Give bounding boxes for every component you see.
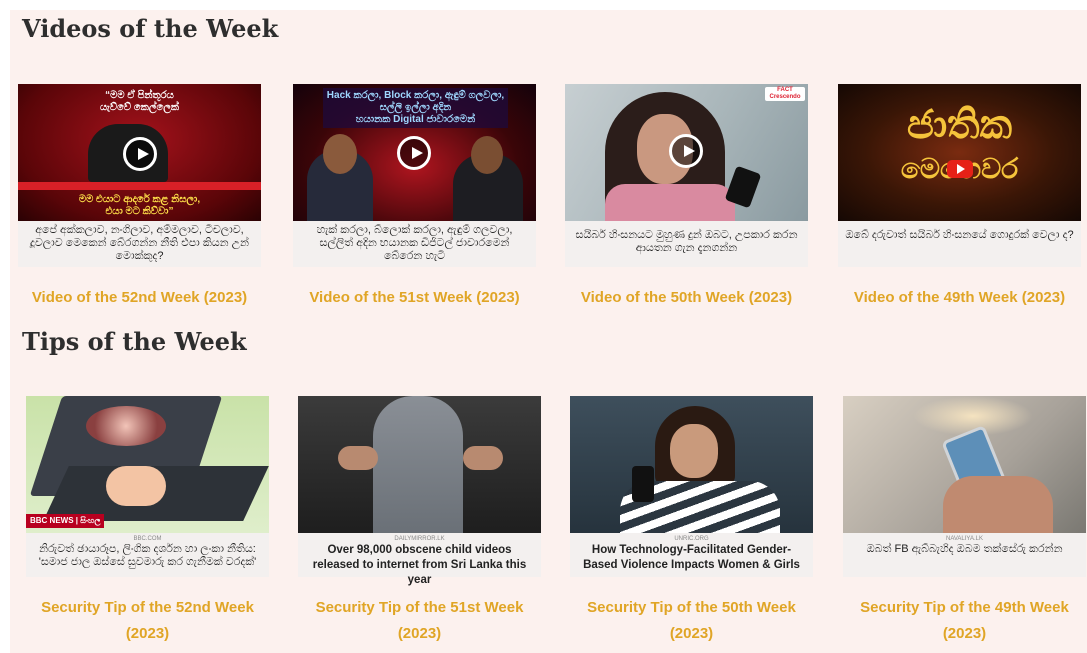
tip-source: NAVALIYA.LK [945,536,984,542]
screen-image [86,406,166,446]
tip-source: BBC.COM [133,536,162,542]
video-thumbnail[interactable]: “මම ඒ පින්තූරය යැව්වේ කෙල්ලෙක් මම එයාට ආ… [18,84,261,221]
woman-shirt [605,184,735,221]
hand-right [463,446,503,470]
video-link-51[interactable]: Video of the 51st Week (2023) [293,285,536,311]
tip-link-51[interactable]: Security Tip of the 51st Week (2023) [298,595,541,647]
thumb-quote-line: යැව්වේ කෙල්ලෙක් [99,102,180,113]
tip-card-51: DAILYMIRROR.LK Over 98,000 obscene child… [298,396,541,647]
tip-caption-text: How Technology-Facilitated Gender-Based … [583,544,800,571]
tip-caption: BBC.COM නිරුවත් ඡායාරූප, ලිංගික දර්ශන හා… [26,533,269,577]
hand-shape [943,476,1053,533]
tip-thumbnail[interactable] [298,396,541,533]
tip-source: UNRIC.ORG [674,536,709,542]
child-figure [373,396,463,533]
video-caption: අපේ අක්කලාව, නංගිලාව, අම්මලාව, ටීචලාව, ද… [18,221,261,267]
video-link-52[interactable]: Video of the 52nd Week (2023) [18,285,261,311]
tip-link-49[interactable]: Security Tip of the 49th Week (2023) [843,595,1086,647]
video-caption: සයිබර් හිංසනයට මුහුණ දුන් ඔබට, උපකාර කරන… [565,221,808,267]
hand-left [338,446,378,470]
thumb-quote-bottom: මම එයාට ආදරේ කළ නිසලා, එයා මට කිව්වා” [18,194,261,218]
thumb-quote-line: “මම ඒ පින්තූරය [105,90,174,101]
thumb-strip [18,182,261,190]
thumb-quote-line: මම එයාට ආදරේ කළ නිසලා, [78,194,201,205]
tip-card-50: UNRIC.ORG How Technology-Facilitated Gen… [570,396,813,647]
thumb-banner-line: Hack කරලා, Block කරලා, ඇඳුම් ගලවලා, සල්ල… [326,90,505,113]
videos-section-title: Videos of the Week [22,14,279,43]
page: Videos of the Week “මම ඒ පින්තූරය යැව්වේ… [10,10,1087,653]
video-card-51: Hack කරලා, Block කරලා, ඇඳුම් ගලවලා, සල්ල… [293,84,536,311]
tip-thumbnail[interactable] [843,396,1086,533]
play-icon[interactable] [669,134,703,168]
play-icon[interactable] [123,137,157,171]
hand-shape [106,466,166,506]
person-left-face [323,134,357,174]
tip-source: DAILYMIRROR.LK [394,536,445,542]
video-caption: හැක් කරලා, බ්ලොක් කරලා, ඇඳුම් ගලවලා, සල්… [293,221,536,267]
bbc-news-badge: BBC NEWS | සිංහල [26,514,105,528]
thumb-quote: “මම ඒ පින්තූරය යැව්වේ කෙල්ලෙක් [18,90,261,114]
video-caption: ඔබේ දරුවාත් සයිබර් හිංසනයේ ගොදුරක් වෙලා … [838,221,1081,267]
video-thumbnail[interactable]: ජාතික මෙහෙවර [838,84,1081,221]
tip-thumbnail[interactable] [570,396,813,533]
person-right-face [471,136,503,174]
thumb-title: ජාතික [906,101,1013,148]
tip-caption-text: Over 98,000 obscene child videos release… [312,544,527,586]
tip-card-52: BBC NEWS | සිංහල BBC.COM නිරුවත් ඡායාරූප… [26,396,269,647]
tips-section-title: Tips of the Week [22,327,247,356]
video-card-50: FACT Crescendo සයිබර් හිංසනයට මුහුණ දුන්… [565,84,808,311]
video-link-49[interactable]: Video of the 49th Week (2023) [838,285,1081,311]
tip-link-50[interactable]: Security Tip of the 50th Week (2023) [570,595,813,647]
video-card-52: “මම ඒ පින්තූරය යැව්වේ කෙල්ලෙක් මම එයාට ආ… [18,84,261,311]
fact-crescendo-logo: FACT Crescendo [765,87,805,101]
tip-caption: NAVALIYA.LK ඔබත් FB ඇබ්බැහිද ඔබම තක්සේරු… [843,533,1086,577]
tip-caption: UNRIC.ORG How Technology-Facilitated Gen… [570,533,813,577]
youtube-play-icon[interactable] [947,160,973,178]
thumb-banner-line: හයානක Digital ජාවාරමෙන් [355,114,476,125]
phone-icon [632,466,654,502]
tip-caption-text: ඔබත් FB ඇබ්බැහිද ඔබම තක්සේරු කරන්න [866,543,1063,555]
tip-link-52[interactable]: Security Tip of the 52nd Week (2023) [26,595,269,647]
thumb-banner: Hack කරලා, Block කරලා, ඇඳුම් ගලවලා, සල්ල… [323,88,508,128]
tip-caption-text: නිරුවත් ඡායාරූප, ලිංගික දර්ශන හා ලංකා නී… [38,543,257,568]
video-thumbnail[interactable]: Hack කරලා, Block කරලා, ඇඳුම් ගලවලා, සල්ල… [293,84,536,221]
video-card-49: ජාතික මෙහෙවර ඔබේ දරුවාත් සයිබර් හිංසනයේ … [838,84,1081,311]
video-thumbnail[interactable]: FACT Crescendo [565,84,808,221]
tip-thumbnail[interactable]: BBC NEWS | සිංහල [26,396,269,533]
play-icon[interactable] [397,136,431,170]
tip-caption: DAILYMIRROR.LK Over 98,000 obscene child… [298,533,541,586]
thumb-quote-line: එයා මට කිව්වා” [105,206,174,217]
tip-card-49: NAVALIYA.LK ඔබත් FB ඇබ්බැහිද ඔබම තක්සේරු… [843,396,1086,647]
video-link-50[interactable]: Video of the 50th Week (2023) [565,285,808,311]
girl-face [670,424,718,478]
